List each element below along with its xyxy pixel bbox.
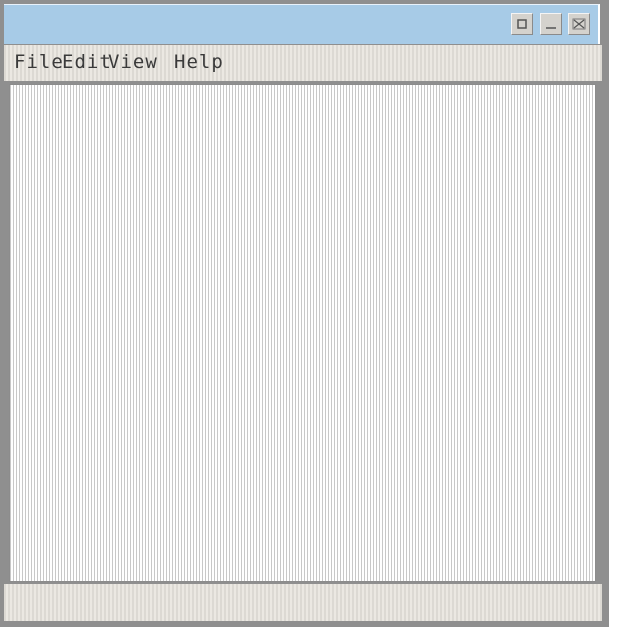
- close-icon: [572, 18, 586, 30]
- title-bar[interactable]: [4, 4, 600, 44]
- menu-help[interactable]: Help: [174, 51, 224, 73]
- menu-view[interactable]: View: [108, 51, 158, 73]
- status-bar: [4, 584, 602, 621]
- menu-bar: File Edit View Help: [4, 45, 602, 81]
- close-button[interactable]: [568, 13, 590, 35]
- restore-button[interactable]: [511, 13, 533, 35]
- minimize-icon: [546, 27, 556, 29]
- minimize-button[interactable]: [540, 13, 562, 35]
- restore-icon: [517, 19, 527, 29]
- menu-file[interactable]: File: [14, 51, 64, 73]
- menu-edit[interactable]: Edit: [62, 51, 112, 73]
- client-area[interactable]: [9, 84, 596, 582]
- app-window: File Edit View Help: [0, 0, 609, 627]
